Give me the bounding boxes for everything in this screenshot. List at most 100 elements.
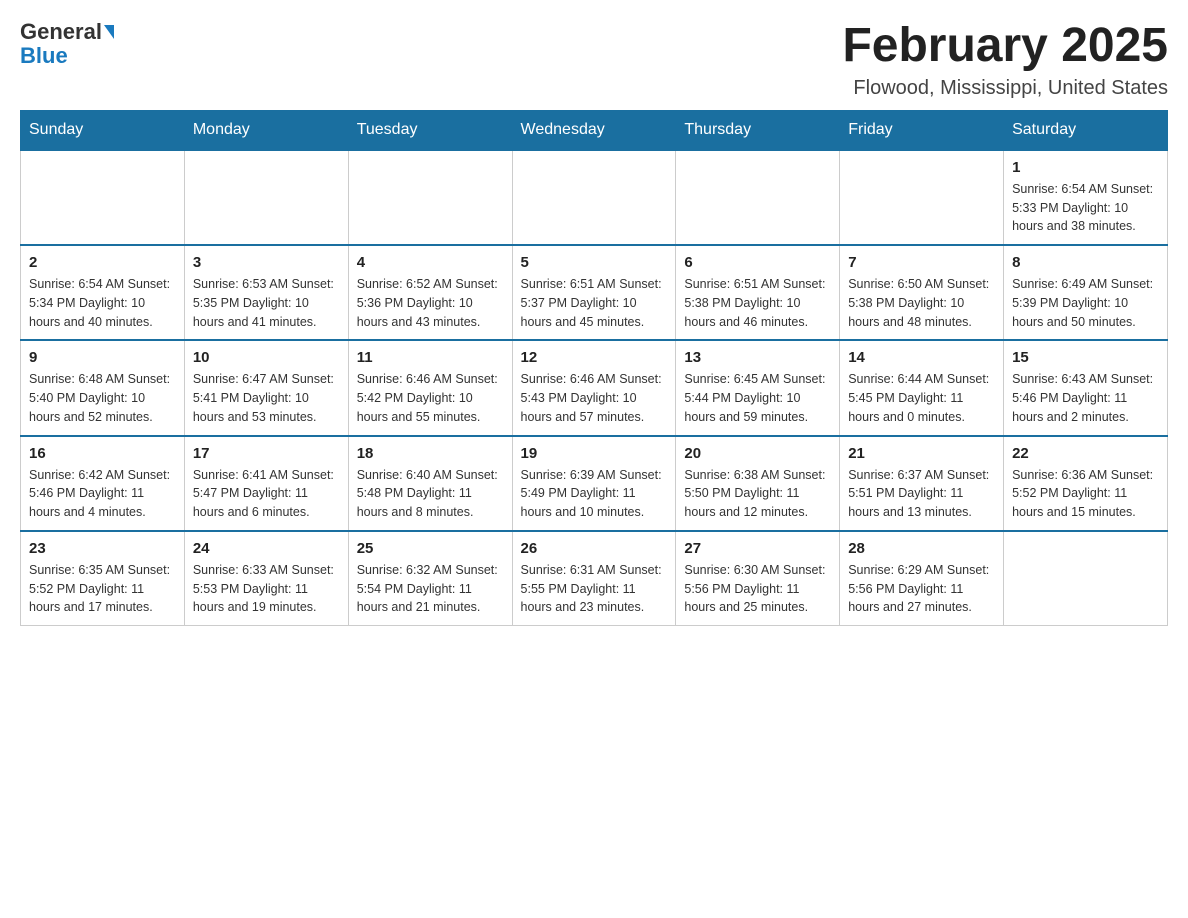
day-number: 17 bbox=[193, 445, 340, 462]
day-number: 15 bbox=[1012, 349, 1159, 366]
calendar-cell bbox=[840, 150, 1004, 245]
day-number: 18 bbox=[357, 445, 504, 462]
day-info: Sunrise: 6:32 AM Sunset: 5:54 PM Dayligh… bbox=[357, 561, 504, 617]
day-info: Sunrise: 6:47 AM Sunset: 5:41 PM Dayligh… bbox=[193, 370, 340, 426]
calendar-cell: 26 Sunrise: 6:31 AM Sunset: 5:55 PM Dayli… bbox=[512, 531, 676, 626]
calendar-cell: 7 Sunrise: 6:50 AM Sunset: 5:38 PM Daylig… bbox=[840, 245, 1004, 340]
calendar-cell: 23 Sunrise: 6:35 AM Sunset: 5:52 PM Dayli… bbox=[21, 531, 185, 626]
calendar-cell: 5 Sunrise: 6:51 AM Sunset: 5:37 PM Daylig… bbox=[512, 245, 676, 340]
day-number: 4 bbox=[357, 254, 504, 271]
logo: General Blue bbox=[20, 20, 114, 68]
day-info: Sunrise: 6:29 AM Sunset: 5:56 PM Dayligh… bbox=[848, 561, 995, 617]
day-number: 3 bbox=[193, 254, 340, 271]
day-number: 23 bbox=[29, 540, 176, 557]
day-number: 24 bbox=[193, 540, 340, 557]
day-number: 26 bbox=[521, 540, 668, 557]
day-info: Sunrise: 6:43 AM Sunset: 5:46 PM Dayligh… bbox=[1012, 370, 1159, 426]
day-number: 28 bbox=[848, 540, 995, 557]
weekday-header-friday: Friday bbox=[840, 110, 1004, 150]
calendar-cell: 27 Sunrise: 6:30 AM Sunset: 5:56 PM Dayli… bbox=[676, 531, 840, 626]
calendar-cell: 13 Sunrise: 6:45 AM Sunset: 5:44 PM Dayli… bbox=[676, 340, 840, 435]
calendar-cell: 19 Sunrise: 6:39 AM Sunset: 5:49 PM Dayli… bbox=[512, 436, 676, 531]
calendar-table: SundayMondayTuesdayWednesdayThursdayFrid… bbox=[20, 110, 1168, 626]
calendar-cell: 10 Sunrise: 6:47 AM Sunset: 5:41 PM Dayli… bbox=[184, 340, 348, 435]
day-number: 8 bbox=[1012, 254, 1159, 271]
calendar-cell: 15 Sunrise: 6:43 AM Sunset: 5:46 PM Dayli… bbox=[1004, 340, 1168, 435]
calendar-cell: 14 Sunrise: 6:44 AM Sunset: 5:45 PM Dayli… bbox=[840, 340, 1004, 435]
day-number: 25 bbox=[357, 540, 504, 557]
day-info: Sunrise: 6:51 AM Sunset: 5:38 PM Dayligh… bbox=[684, 275, 831, 331]
day-number: 10 bbox=[193, 349, 340, 366]
title-section: February 2025 Flowood, Mississippi, Unit… bbox=[842, 20, 1168, 100]
day-info: Sunrise: 6:33 AM Sunset: 5:53 PM Dayligh… bbox=[193, 561, 340, 617]
day-info: Sunrise: 6:40 AM Sunset: 5:48 PM Dayligh… bbox=[357, 466, 504, 522]
day-info: Sunrise: 6:49 AM Sunset: 5:39 PM Dayligh… bbox=[1012, 275, 1159, 331]
calendar-cell: 22Sunrise: 6:36 AM Sunset: 5:52 PM Dayli… bbox=[1004, 436, 1168, 531]
calendar-cell: 1 Sunrise: 6:54 AM Sunset: 5:33 PM Daylig… bbox=[1004, 150, 1168, 245]
day-info: Sunrise: 6:37 AM Sunset: 5:51 PM Dayligh… bbox=[848, 466, 995, 522]
calendar-week-row: 1 Sunrise: 6:54 AM Sunset: 5:33 PM Daylig… bbox=[21, 150, 1168, 245]
calendar-cell: 12 Sunrise: 6:46 AM Sunset: 5:43 PM Dayli… bbox=[512, 340, 676, 435]
day-info: Sunrise: 6:46 AM Sunset: 5:42 PM Dayligh… bbox=[357, 370, 504, 426]
day-number: 5 bbox=[521, 254, 668, 271]
day-info: Sunrise: 6:31 AM Sunset: 5:55 PM Dayligh… bbox=[521, 561, 668, 617]
month-title: February 2025 bbox=[842, 20, 1168, 73]
page-header: General Blue February 2025 Flowood, Miss… bbox=[20, 20, 1168, 100]
calendar-cell bbox=[676, 150, 840, 245]
logo-blue-text: Blue bbox=[20, 44, 68, 68]
weekday-header-saturday: Saturday bbox=[1004, 110, 1168, 150]
calendar-cell: 18 Sunrise: 6:40 AM Sunset: 5:48 PM Dayli… bbox=[348, 436, 512, 531]
day-number: 14 bbox=[848, 349, 995, 366]
day-number: 12 bbox=[521, 349, 668, 366]
calendar-cell: 16Sunrise: 6:42 AM Sunset: 5:46 PM Dayli… bbox=[21, 436, 185, 531]
calendar-cell: 28 Sunrise: 6:29 AM Sunset: 5:56 PM Dayli… bbox=[840, 531, 1004, 626]
calendar-cell bbox=[21, 150, 185, 245]
calendar-cell: 2Sunrise: 6:54 AM Sunset: 5:34 PM Daylig… bbox=[21, 245, 185, 340]
calendar-cell: 24 Sunrise: 6:33 AM Sunset: 5:53 PM Dayli… bbox=[184, 531, 348, 626]
calendar-week-row: 9 Sunrise: 6:48 AM Sunset: 5:40 PM Daylig… bbox=[21, 340, 1168, 435]
day-number: 6 bbox=[684, 254, 831, 271]
weekday-header-monday: Monday bbox=[184, 110, 348, 150]
day-number: 20 bbox=[684, 445, 831, 462]
calendar-cell: 17Sunrise: 6:41 AM Sunset: 5:47 PM Dayli… bbox=[184, 436, 348, 531]
day-number: 13 bbox=[684, 349, 831, 366]
day-number: 9 bbox=[29, 349, 176, 366]
logo-general-text: General bbox=[20, 20, 102, 44]
day-number: 11 bbox=[357, 349, 504, 366]
weekday-header-thursday: Thursday bbox=[676, 110, 840, 150]
calendar-week-row: 2Sunrise: 6:54 AM Sunset: 5:34 PM Daylig… bbox=[21, 245, 1168, 340]
day-info: Sunrise: 6:46 AM Sunset: 5:43 PM Dayligh… bbox=[521, 370, 668, 426]
calendar-cell bbox=[184, 150, 348, 245]
day-info: Sunrise: 6:48 AM Sunset: 5:40 PM Dayligh… bbox=[29, 370, 176, 426]
weekday-header-sunday: Sunday bbox=[21, 110, 185, 150]
calendar-cell: 8 Sunrise: 6:49 AM Sunset: 5:39 PM Daylig… bbox=[1004, 245, 1168, 340]
calendar-cell: 21 Sunrise: 6:37 AM Sunset: 5:51 PM Dayli… bbox=[840, 436, 1004, 531]
calendar-week-row: 16Sunrise: 6:42 AM Sunset: 5:46 PM Dayli… bbox=[21, 436, 1168, 531]
day-info: Sunrise: 6:53 AM Sunset: 5:35 PM Dayligh… bbox=[193, 275, 340, 331]
day-info: Sunrise: 6:39 AM Sunset: 5:49 PM Dayligh… bbox=[521, 466, 668, 522]
calendar-cell: 3 Sunrise: 6:53 AM Sunset: 5:35 PM Daylig… bbox=[184, 245, 348, 340]
day-info: Sunrise: 6:38 AM Sunset: 5:50 PM Dayligh… bbox=[684, 466, 831, 522]
day-number: 1 bbox=[1012, 159, 1159, 176]
day-info: Sunrise: 6:30 AM Sunset: 5:56 PM Dayligh… bbox=[684, 561, 831, 617]
day-info: Sunrise: 6:44 AM Sunset: 5:45 PM Dayligh… bbox=[848, 370, 995, 426]
day-info: Sunrise: 6:52 AM Sunset: 5:36 PM Dayligh… bbox=[357, 275, 504, 331]
calendar-cell: 11 Sunrise: 6:46 AM Sunset: 5:42 PM Dayli… bbox=[348, 340, 512, 435]
day-info: Sunrise: 6:51 AM Sunset: 5:37 PM Dayligh… bbox=[521, 275, 668, 331]
day-info: Sunrise: 6:45 AM Sunset: 5:44 PM Dayligh… bbox=[684, 370, 831, 426]
day-info: Sunrise: 6:54 AM Sunset: 5:33 PM Dayligh… bbox=[1012, 180, 1159, 236]
day-number: 2 bbox=[29, 254, 176, 271]
day-number: 7 bbox=[848, 254, 995, 271]
location-title: Flowood, Mississippi, United States bbox=[842, 77, 1168, 100]
day-number: 19 bbox=[521, 445, 668, 462]
logo-arrow-icon bbox=[104, 25, 114, 39]
calendar-cell: 25 Sunrise: 6:32 AM Sunset: 5:54 PM Dayli… bbox=[348, 531, 512, 626]
calendar-cell: 9 Sunrise: 6:48 AM Sunset: 5:40 PM Daylig… bbox=[21, 340, 185, 435]
calendar-cell bbox=[1004, 531, 1168, 626]
calendar-cell: 20 Sunrise: 6:38 AM Sunset: 5:50 PM Dayli… bbox=[676, 436, 840, 531]
day-info: Sunrise: 6:35 AM Sunset: 5:52 PM Dayligh… bbox=[29, 561, 176, 617]
day-info: Sunrise: 6:36 AM Sunset: 5:52 PM Dayligh… bbox=[1012, 466, 1159, 522]
day-number: 21 bbox=[848, 445, 995, 462]
day-number: 27 bbox=[684, 540, 831, 557]
day-info: Sunrise: 6:50 AM Sunset: 5:38 PM Dayligh… bbox=[848, 275, 995, 331]
